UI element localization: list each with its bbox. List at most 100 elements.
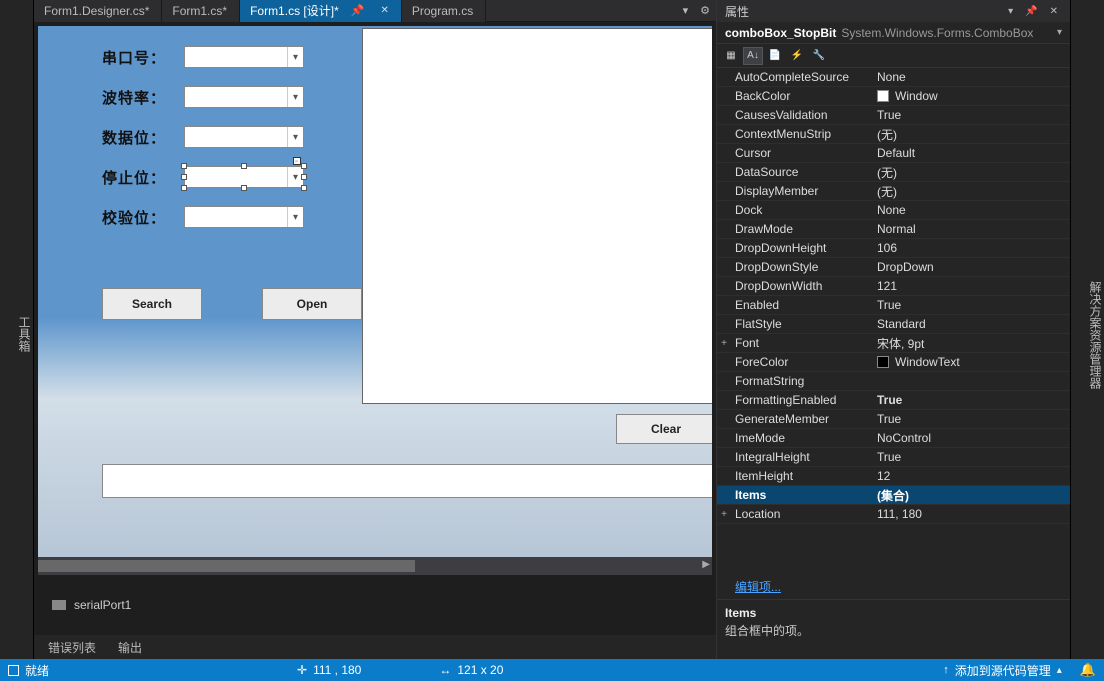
property-value[interactable]: True [871, 412, 1070, 426]
property-row[interactable]: GenerateMemberTrue [717, 410, 1070, 429]
horizontal-scrollbar[interactable]: ◀▶ [38, 557, 712, 575]
property-name: BackColor [731, 89, 871, 103]
property-value[interactable]: 106 [871, 241, 1070, 255]
toolbox-strip[interactable]: 工具箱 [0, 0, 34, 659]
close-icon[interactable]: ✕ [1046, 6, 1062, 17]
serialport-icon [52, 600, 66, 610]
color-swatch-icon [877, 90, 889, 102]
tab-output[interactable]: 输出 [108, 636, 152, 659]
combo-port[interactable]: ▾ [184, 46, 304, 68]
combo-baud[interactable]: ▾ [184, 86, 304, 108]
property-row[interactable]: FormattingEnabledTrue [717, 391, 1070, 410]
property-name: Location [731, 507, 871, 521]
property-row[interactable]: +Font宋体, 9pt [717, 334, 1070, 353]
property-value[interactable]: Standard [871, 317, 1070, 331]
property-value[interactable]: (集合) [871, 487, 1070, 504]
gear-icon[interactable]: ⚙ [694, 4, 716, 17]
label-port: 串口号： [102, 47, 184, 68]
property-row[interactable]: CursorDefault [717, 144, 1070, 163]
property-grid[interactable]: AutoCompleteSourceNoneBackColorWindowCau… [717, 68, 1070, 574]
property-value[interactable]: None [871, 70, 1070, 84]
property-value[interactable]: Window [871, 89, 1070, 103]
property-row[interactable]: EnabledTrue [717, 296, 1070, 315]
property-row[interactable]: DockNone [717, 201, 1070, 220]
tab-form-cs[interactable]: Form1.cs* [162, 0, 240, 22]
property-row[interactable]: DropDownWidth121 [717, 277, 1070, 296]
property-value[interactable]: (无) [871, 126, 1070, 143]
property-value[interactable]: Normal [871, 222, 1070, 236]
property-value[interactable]: True [871, 298, 1070, 312]
property-name: Enabled [731, 298, 871, 312]
pin-icon[interactable]: 📌 [1021, 6, 1041, 17]
expand-icon[interactable]: + [717, 509, 731, 520]
tab-overflow-icon[interactable]: ▾ [677, 4, 695, 17]
property-value[interactable]: (无) [871, 164, 1070, 181]
combo-databit[interactable]: ▾ [184, 126, 304, 148]
properties-icon[interactable]: 📄 [765, 47, 785, 65]
property-row[interactable]: +Location111, 180 [717, 505, 1070, 524]
solution-explorer-strip[interactable]: 解决方案资源管理器 [1070, 0, 1104, 659]
status-square-icon [8, 665, 19, 676]
property-row[interactable]: CausesValidationTrue [717, 106, 1070, 125]
combo-parity[interactable]: ▾ [184, 206, 304, 228]
property-pages-icon[interactable]: 🔧 [809, 47, 829, 65]
property-row[interactable]: Items(集合) [717, 486, 1070, 505]
form-designer-surface[interactable]: 串口号：▾ 波特率：▾ 数据位：▾ 停止位： ▾ ▸ 校验位：▾ [34, 22, 716, 557]
property-value[interactable]: WindowText [871, 355, 1070, 369]
property-value[interactable]: None [871, 203, 1070, 217]
property-row[interactable]: ItemHeight12 [717, 467, 1070, 486]
source-control-button[interactable]: ↑添加到源代码管理▴ [943, 662, 1062, 679]
property-row[interactable]: DrawModeNormal [717, 220, 1070, 239]
expand-icon[interactable]: + [717, 338, 731, 349]
edit-items-link[interactable]: 编辑项... [735, 580, 781, 594]
tray-serialport[interactable]: serialPort1 [74, 598, 131, 612]
property-name: ImeMode [731, 431, 871, 445]
property-value[interactable]: True [871, 450, 1070, 464]
combo-stopbit[interactable]: ▾ ▸ [184, 166, 304, 188]
pin-icon[interactable]: 📌 [345, 4, 371, 17]
property-row[interactable]: DisplayMember(无) [717, 182, 1070, 201]
property-value[interactable]: 宋体, 9pt [871, 335, 1070, 352]
tab-error-list[interactable]: 错误列表 [38, 636, 106, 659]
property-row[interactable]: ForeColorWindowText [717, 353, 1070, 372]
close-icon[interactable]: ✕ [380, 5, 388, 16]
events-icon[interactable]: ⚡ [787, 47, 807, 65]
window-dropdown-icon[interactable]: ▾ [1004, 6, 1017, 17]
property-value[interactable]: 111, 180 [871, 507, 1070, 521]
property-row[interactable]: BackColorWindow [717, 87, 1070, 106]
property-value[interactable]: 12 [871, 469, 1070, 483]
property-row[interactable]: DataSource(无) [717, 163, 1070, 182]
notifications-icon[interactable]: 🔔 [1080, 662, 1096, 678]
property-name: Cursor [731, 146, 871, 160]
property-row[interactable]: FlatStyleStandard [717, 315, 1070, 334]
tab-program-cs[interactable]: Program.cs [402, 0, 486, 22]
property-row[interactable]: ContextMenuStrip(无) [717, 125, 1070, 144]
property-row[interactable]: AutoCompleteSourceNone [717, 68, 1070, 87]
property-description: Items 组合框中的项。 [717, 599, 1070, 659]
output-textbox[interactable] [102, 464, 716, 498]
property-value[interactable]: True [871, 393, 1070, 407]
alphabetical-icon[interactable]: A↓ [743, 47, 763, 65]
text-panel[interactable] [362, 28, 716, 404]
property-row[interactable]: DropDownStyleDropDown [717, 258, 1070, 277]
chevron-down-icon: ▾ [1057, 27, 1062, 38]
property-value[interactable]: NoControl [871, 431, 1070, 445]
clear-button[interactable]: Clear [616, 414, 716, 444]
tab-form-design[interactable]: Form1.cs [设计]*📌✕ [240, 0, 402, 22]
property-value[interactable]: 121 [871, 279, 1070, 293]
search-button[interactable]: Search [102, 288, 202, 320]
property-value[interactable]: Default [871, 146, 1070, 160]
object-selector[interactable]: comboBox_StopBit System.Windows.Forms.Co… [717, 22, 1070, 44]
open-button[interactable]: Open [262, 288, 362, 320]
property-row[interactable]: FormatString [717, 372, 1070, 391]
property-row[interactable]: ImeModeNoControl [717, 429, 1070, 448]
property-row[interactable]: DropDownHeight106 [717, 239, 1070, 258]
categorized-icon[interactable]: ▦ [721, 47, 741, 65]
property-value[interactable]: True [871, 108, 1070, 122]
smart-tag-icon[interactable]: ▸ [293, 157, 301, 165]
component-tray: serialPort1 [34, 575, 716, 635]
property-row[interactable]: IntegralHeightTrue [717, 448, 1070, 467]
tab-designer-file[interactable]: Form1.Designer.cs* [34, 0, 162, 22]
property-value[interactable]: (无) [871, 183, 1070, 200]
property-value[interactable]: DropDown [871, 260, 1070, 274]
